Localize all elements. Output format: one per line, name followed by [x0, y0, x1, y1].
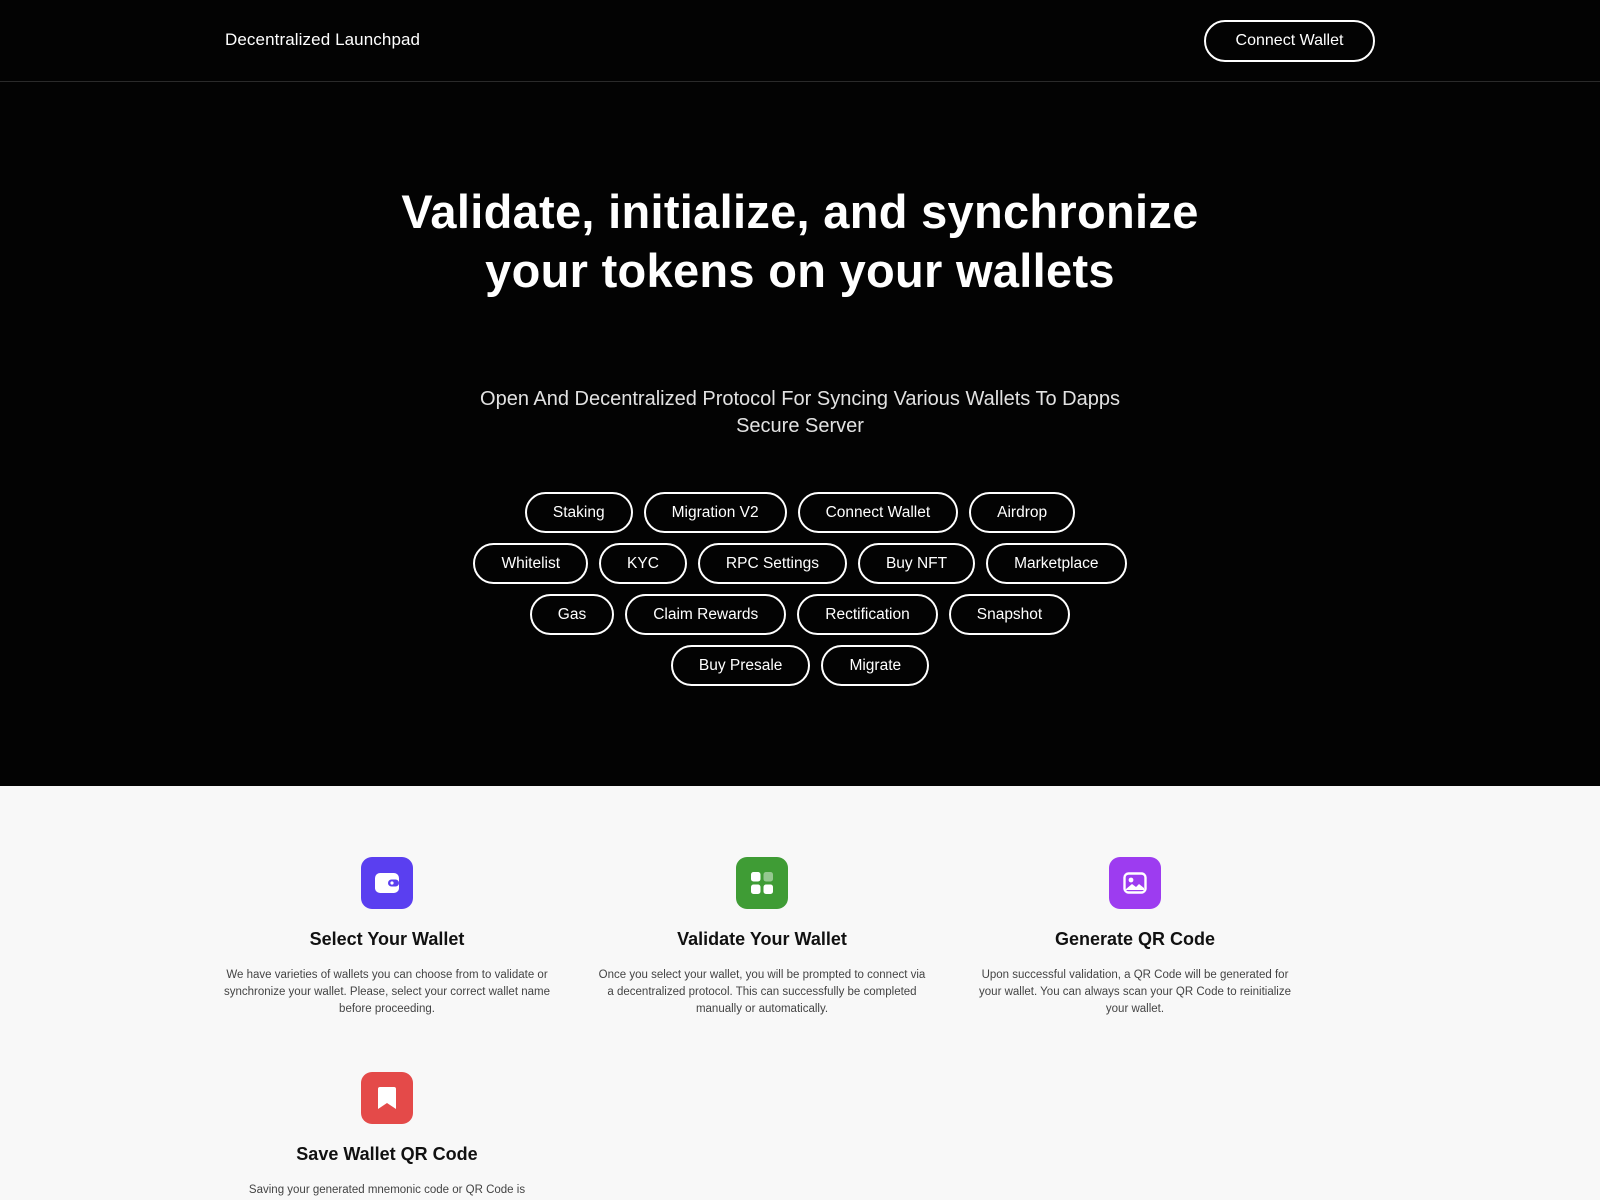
feature-description: We have varieties of wallets you can cho… — [224, 969, 550, 1015]
pill-snapshot-button[interactable]: Snapshot — [948, 594, 1071, 635]
wallet-icon — [361, 857, 413, 909]
pill-buy-presale-button[interactable]: Buy Presale — [670, 645, 811, 686]
feature-description: Saving your generated mnemonic code or Q… — [248, 1184, 526, 1196]
feature-title: Validate Your Wallet — [677, 929, 847, 949]
feature-title: Generate QR Code — [1054, 929, 1216, 949]
pill-kyc-button[interactable]: KYC — [599, 543, 687, 584]
top-navigation-bar: Decentralized Launchpad Connect Wallet — [0, 0, 1600, 82]
hero-section: Validate, initialize, and synchronize yo… — [0, 82, 1600, 786]
pill-connect-wallet-button[interactable]: Connect Wallet — [797, 492, 959, 533]
pill-claim-rewards-button[interactable]: Claim Rewards — [625, 594, 787, 635]
feature-generate-qr-code: Generate QR Code Upon successful validat… — [970, 857, 1300, 1018]
feature-description: Once you select your wallet, you will be… — [598, 969, 926, 1015]
pill-gas-button[interactable]: Gas — [529, 594, 615, 635]
pill-whitelist-button[interactable]: Whitelist — [473, 543, 589, 584]
brand-name[interactable]: Decentralized Launchpad — [225, 30, 420, 50]
hero-subtitle: Open And Decentralized Protocol For Sync… — [480, 388, 1120, 437]
pill-row: Staking Migration V2 Connect Wallet Aird… — [300, 492, 1300, 533]
pill-airdrop-button[interactable]: Airdrop — [969, 492, 1076, 533]
pill-buy-nft-button[interactable]: Buy NFT — [857, 543, 976, 584]
feature-description: Upon successful validation, a QR Code wi… — [979, 969, 1291, 1015]
hero-title: Validate, initialize, and synchronize yo… — [401, 185, 1199, 297]
pill-rpc-settings-button[interactable]: RPC Settings — [697, 543, 847, 584]
pill-migrate-button[interactable]: Migrate — [821, 645, 930, 686]
pill-migration-v2-button[interactable]: Migration V2 — [643, 492, 787, 533]
bookmark-icon — [361, 1072, 413, 1124]
pill-staking-button[interactable]: Staking — [524, 492, 633, 533]
pill-row: Whitelist KYC RPC Settings Buy NFT Marke… — [300, 543, 1300, 584]
pill-row: Gas Claim Rewards Rectification Snapshot — [300, 594, 1300, 635]
image-icon — [1109, 857, 1161, 909]
feature-title: Save Wallet QR Code — [296, 1144, 478, 1164]
pill-marketplace-button[interactable]: Marketplace — [986, 543, 1127, 584]
feature-validate-wallet: Validate Your Wallet Once you select you… — [597, 857, 927, 1018]
grid-icon — [736, 857, 788, 909]
action-pills: Staking Migration V2 Connect Wallet Aird… — [300, 492, 1300, 696]
feature-title: Select Your Wallet — [309, 929, 465, 949]
pill-row: Buy Presale Migrate — [300, 645, 1300, 686]
feature-save-wallet-qr-code: Save Wallet QR Code Saving your generate… — [222, 1072, 552, 1199]
pill-rectification-button[interactable]: Rectification — [797, 594, 938, 635]
connect-wallet-button[interactable]: Connect Wallet — [1204, 20, 1375, 62]
feature-select-wallet: Select Your Wallet We have varieties of … — [222, 857, 552, 1018]
